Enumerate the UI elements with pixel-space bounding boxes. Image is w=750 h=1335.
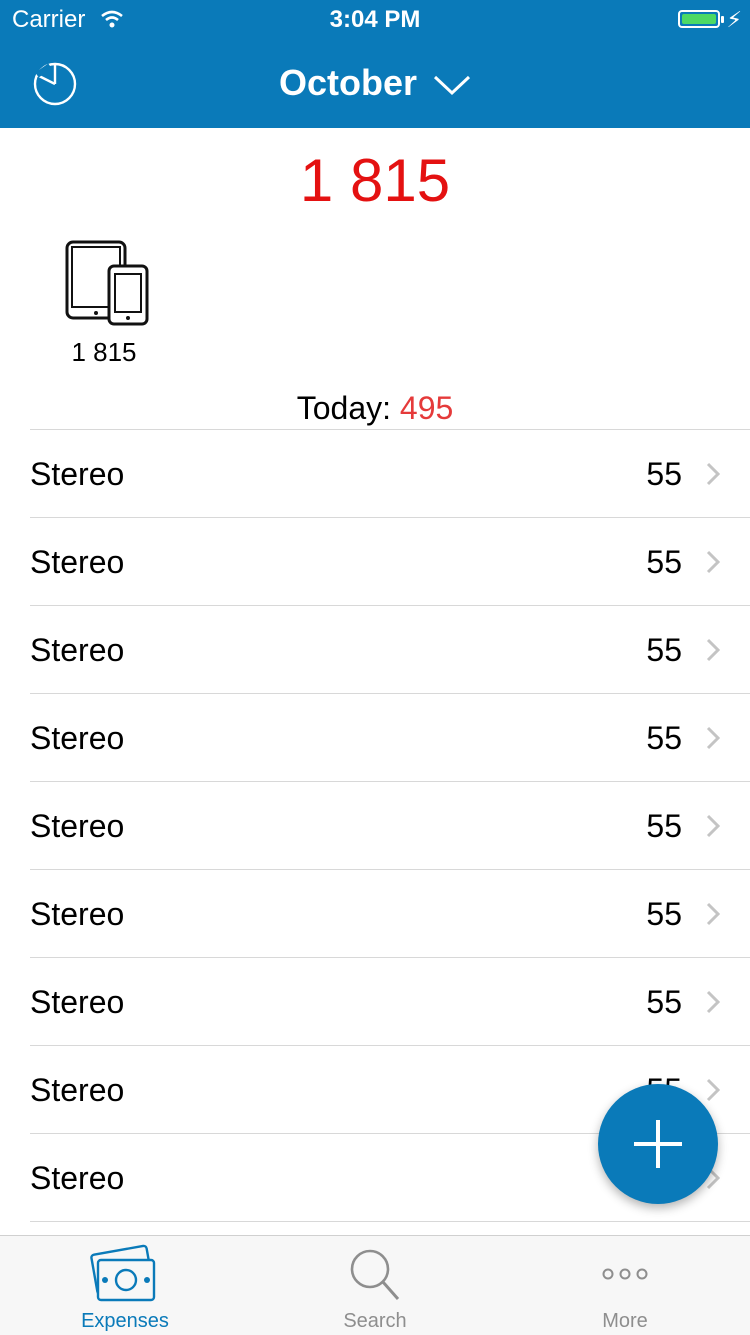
chevron-right-icon — [706, 990, 720, 1014]
month-total: 1 815 — [299, 147, 451, 214]
today-value: 495 — [399, 390, 454, 426]
today-label: Today: — [296, 390, 400, 426]
expense-amount: 55 — [646, 984, 682, 1020]
chevron-right-icon — [706, 550, 720, 574]
expense-name: Stereo — [30, 456, 125, 492]
expense-row[interactable]: Stereo 55 — [30, 693, 750, 781]
expense-name: Stereo — [30, 720, 125, 756]
month-selector[interactable]: October — [0, 62, 750, 104]
expense-name: Stereo — [30, 808, 125, 844]
plus-icon — [634, 1120, 682, 1168]
clock: 3:04 PM — [329, 6, 421, 33]
today-summary: Today: 495 — [0, 390, 750, 427]
tab-label: More — [602, 1310, 648, 1332]
expense-name: Stereo — [30, 632, 125, 668]
category-total: 1 815 — [71, 337, 137, 367]
chevron-right-icon — [706, 814, 720, 838]
expense-amount: 55 — [646, 544, 682, 580]
tab-more[interactable]: More — [500, 1236, 750, 1335]
category-devices[interactable]: 1 815 — [54, 236, 154, 368]
expense-row[interactable]: Stereo 55 — [30, 429, 750, 517]
expense-amount: 55 — [646, 456, 682, 492]
expense-amount: 55 — [646, 808, 682, 844]
search-icon — [350, 1249, 400, 1300]
expense-name: Stereo — [30, 544, 125, 580]
expense-name: Stereo — [30, 984, 125, 1020]
tab-label: Expenses — [81, 1310, 169, 1332]
expense-amount: 55 — [646, 720, 682, 756]
expense-row[interactable]: Stereo 55 — [30, 869, 750, 957]
expense-name: Stereo — [30, 896, 125, 932]
more-icon — [602, 1268, 648, 1280]
battery-cap — [721, 16, 724, 23]
expense-name: Stereo — [30, 1072, 125, 1108]
tab-label: Search — [343, 1310, 407, 1332]
money-icon — [90, 1244, 156, 1302]
month-label: October — [278, 62, 417, 103]
chevron-down-icon — [433, 76, 471, 96]
chevron-right-icon — [706, 1078, 720, 1102]
list-divider — [30, 1221, 750, 1235]
tab-bar: Expenses Search More — [0, 1235, 750, 1335]
charging-icon: ⚡ — [726, 7, 742, 32]
status-bar: Carrier 3:04 PM ⚡ — [0, 0, 750, 40]
expense-row[interactable]: Stereo 55 — [30, 781, 750, 869]
expense-row[interactable]: Stereo 55 — [30, 517, 750, 605]
navigation-bar: Carrier 3:04 PM ⚡ October — [0, 0, 750, 128]
expense-amount: 55 — [646, 896, 682, 932]
chevron-right-icon — [706, 638, 720, 662]
expense-row[interactable]: Stereo 55 — [30, 957, 750, 1045]
expense-name: Stereo — [30, 1160, 125, 1196]
tab-search[interactable]: Search — [250, 1236, 500, 1335]
battery-icon — [678, 10, 720, 28]
chevron-right-icon — [706, 462, 720, 486]
expense-row[interactable]: Stereo 55 — [30, 605, 750, 693]
add-expense-button[interactable] — [598, 1084, 718, 1204]
chevron-right-icon — [706, 726, 720, 750]
devices-icon — [65, 240, 149, 326]
expense-amount: 55 — [646, 632, 682, 668]
chevron-right-icon — [706, 902, 720, 926]
tab-expenses[interactable]: Expenses — [0, 1236, 250, 1335]
